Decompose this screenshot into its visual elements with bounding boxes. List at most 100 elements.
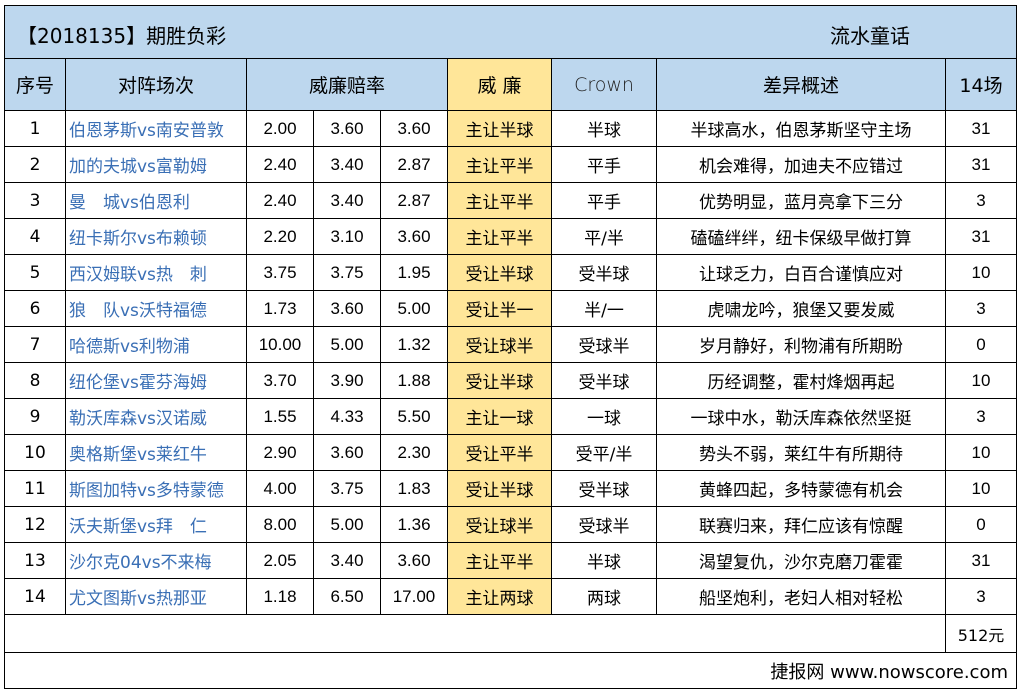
match-link[interactable]: 哈德斯vs利物浦 [65,326,247,363]
table-row: 11 斯图加特vs多特蒙德 4.00 3.75 1.83 受让半球 受半球 黄蜂四起，多特蒙德… [4,470,1018,507]
odds-home: 1.73 [246,290,314,327]
odds-draw: 3.75 [313,470,381,507]
crown-handicap: 受球半 [551,326,657,363]
crown-handicap: 受半球 [551,470,657,507]
row-index: 8 [4,362,66,399]
match-link[interactable]: 勒沃库森vs汉诺威 [65,398,247,435]
handicap-cell: 主让平半 [447,542,552,579]
table-row: 13 沙尔克04vs不来梅 2.05 3.40 3.60 主让平半 半球 渴望复仇，沙尔克磨刀… [4,542,1018,579]
row-index: 14 [4,578,66,615]
header-crown: Crown [551,58,657,111]
match-link[interactable]: 沙尔克04vs不来梅 [65,542,247,579]
table-row: 4 纽卡斯尔vs布赖顿 2.20 3.10 3.60 主让平半 平/半 磕磕绊绊，纽卡保级早做… [4,218,1018,255]
total-blank [4,614,946,653]
handicap-cell: 受让半球 [447,470,552,507]
handicap-cell: 受让球半 [447,326,552,363]
handicap-cell: 受让半一 [447,290,552,327]
pick-value: 0 [944,506,1018,543]
match-link[interactable]: 加的夫城vs富勒姆 [65,146,247,183]
author-name: 流水童话 [830,24,910,48]
match-link[interactable]: 曼 城vs伯恩利 [65,182,247,219]
match-link[interactable]: 沃夫斯堡vs拜 仁 [65,506,247,543]
table-row: 1 伯恩茅斯vs南安普敦 2.00 3.60 3.60 主让半球 半球 半球高水，伯恩茅斯坚守… [4,110,1018,147]
odds-away: 3.60 [380,542,448,579]
total-row: 512元 [4,614,1018,653]
odds-away: 2.87 [380,182,448,219]
summary-text: 船坚炮利，老妇人相对轻松 [656,578,946,615]
odds-home: 10.00 [246,326,314,363]
match-link[interactable]: 奥格斯堡vs莱红牛 [65,434,247,471]
crown-handicap: 受半球 [551,254,657,291]
odds-draw: 3.10 [313,218,381,255]
match-link[interactable]: 纽卡斯尔vs布赖顿 [65,218,247,255]
odds-draw: 6.50 [313,578,381,615]
summary-text: 渴望复仇，沙尔克磨刀霍霍 [656,542,946,579]
lottery-sheet: 【2018135】期胜负彩 流水童话 序号 对阵场次 威廉赔率 威 廉 Crow… [3,5,1018,689]
header-picks: 14场 [944,58,1018,111]
header-match: 对阵场次 [65,58,247,111]
table-row: 12 沃夫斯堡vs拜 仁 8.00 5.00 1.36 受让球半 受球半 联赛归来，拜仁应该有… [4,506,1018,543]
summary-text: 一球中水，勒沃库森依然坚挺 [656,398,946,435]
handicap-cell: 受让半球 [447,362,552,399]
table-row: 7 哈德斯vs利物浦 10.00 5.00 1.32 受让球半 受球半 岁月静好，利物浦有所期… [4,326,1018,363]
odds-away: 5.50 [380,398,448,435]
footer-row: 捷报网 www.nowscore.com [3,652,1018,689]
crown-handicap: 平手 [551,146,657,183]
title-row: 【2018135】期胜负彩 流水童话 [3,5,1018,59]
summary-text: 机会难得，加迪夫不应错过 [656,146,946,183]
crown-handicap: 半球 [551,110,657,147]
odds-home: 1.55 [246,398,314,435]
odds-home: 3.75 [246,254,314,291]
table-row: 5 西汉姆联vs热 刺 3.75 3.75 1.95 受让半球 受半球 让球乏力，白百合谨慎应… [4,254,1018,291]
summary-text: 虎啸龙吟，狼堡又要发威 [656,290,946,327]
header-handicap: 威 廉 [447,58,552,111]
handicap-cell: 主让两球 [447,578,552,615]
pick-value: 3 [944,398,1018,435]
handicap-cell: 主让半球 [447,110,552,147]
row-index: 10 [4,434,66,471]
table-row: 9 勒沃库森vs汉诺威 1.55 4.33 5.50 主让一球 一球 一球中水，勒沃库森依然坚… [4,398,1018,435]
odds-draw: 3.75 [313,254,381,291]
match-link[interactable]: 狼 队vs沃特福德 [65,290,247,327]
match-link[interactable]: 尤文图斯vs热那亚 [65,578,247,615]
pick-value: 10 [944,362,1018,399]
row-index: 12 [4,506,66,543]
odds-away: 1.36 [380,506,448,543]
handicap-cell: 受让球半 [447,506,552,543]
row-index: 5 [4,254,66,291]
crown-handicap: 一球 [551,398,657,435]
odds-away: 2.30 [380,434,448,471]
odds-draw: 3.90 [313,362,381,399]
pick-value: 31 [944,110,1018,147]
table-row: 2 加的夫城vs富勒姆 2.40 3.40 2.87 主让平半 平手 机会难得，加迪夫不应错过… [4,146,1018,183]
odds-home: 2.00 [246,110,314,147]
crown-handicap: 平/半 [551,218,657,255]
match-link[interactable]: 伯恩茅斯vs南安普敦 [65,110,247,147]
summary-text: 优势明显，蓝月亮拿下三分 [656,182,946,219]
row-index: 13 [4,542,66,579]
odds-draw: 3.60 [313,290,381,327]
row-index: 1 [4,110,66,147]
row-index: 6 [4,290,66,327]
crown-handicap: 两球 [551,578,657,615]
odds-home: 2.40 [246,182,314,219]
table-row: 3曼 城vs伯恩利 2.40 3.40 2.87 主让平半 平手 优势明显，蓝月亮拿下三分 3 [4,182,1018,219]
odds-draw: 5.00 [313,506,381,543]
row-index: 7 [4,326,66,363]
match-link[interactable]: 西汉姆联vs热 刺 [65,254,247,291]
odds-home: 2.20 [246,218,314,255]
odds-away: 1.32 [380,326,448,363]
match-link[interactable]: 纽伦堡vs霍芬海姆 [65,362,247,399]
pick-value: 31 [944,542,1018,579]
row-index: 2 [4,146,66,183]
summary-text: 让球乏力，白百合谨慎应对 [656,254,946,291]
header-row: 序号 对阵场次 威廉赔率 威 廉 Crown 差异概述 14场 [4,58,1018,111]
crown-handicap: 半球 [551,542,657,579]
odds-home: 1.18 [246,578,314,615]
match-link[interactable]: 斯图加特vs多特蒙德 [65,470,247,507]
crown-handicap: 受平/半 [551,434,657,471]
odds-away: 1.83 [380,470,448,507]
odds-home: 2.90 [246,434,314,471]
table-row: 14 尤文图斯vs热那亚 1.18 6.50 17.00 主让两球 两球 船坚炮利，老妇人相对… [4,578,1018,615]
odds-draw: 3.40 [313,146,381,183]
